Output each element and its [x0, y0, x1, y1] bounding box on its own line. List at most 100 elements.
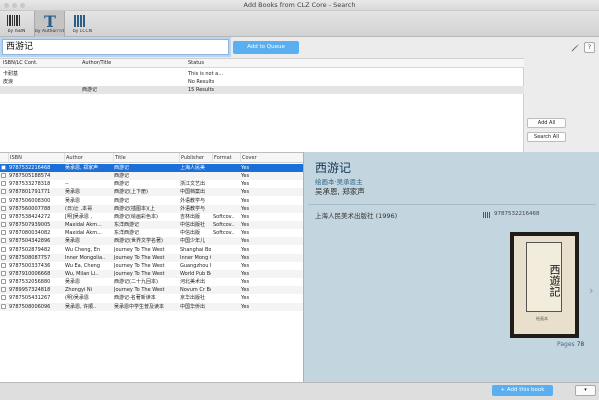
cell-cover: Yes — [241, 279, 250, 286]
row-checkbox[interactable] — [1, 279, 6, 285]
cell-title: 西游记 — [114, 173, 130, 180]
row-checkbox[interactable] — [1, 303, 6, 309]
table-row[interactable]: 9787538424272 [明]吴承恩 , 西游记(绘画彩色本) 吉林出版 Softc… — [0, 213, 303, 221]
row-checkbox[interactable] — [1, 295, 6, 301]
queue-status: No Results — [188, 79, 215, 85]
cell-cover: Yes — [241, 213, 250, 220]
cell-cover: Yes — [241, 287, 250, 294]
table-row[interactable]: 9787502879482 Wu Cheng, En Journey To The … — [0, 246, 303, 254]
cell-author: -- — [65, 181, 69, 188]
row-checkbox[interactable] — [1, 246, 6, 252]
table-row[interactable]: 9787560007788 (日)辻 ,本哥 西游记(插图本)(上 外语教学与 Yes — [0, 204, 303, 213]
queue-row[interactable]: 卡耐基 This is not a... — [0, 70, 524, 78]
row-checkbox[interactable] — [1, 173, 6, 179]
cell-cover: Yes — [241, 197, 250, 204]
window-controls[interactable] — [4, 3, 25, 8]
book-subtitle: 绘画本·吴承恩主 — [315, 178, 363, 186]
barcode-icon — [483, 212, 491, 218]
cell-cover: Yes — [241, 165, 250, 171]
wrench-icon[interactable] — [571, 43, 580, 52]
tab-label: by LCCN — [72, 29, 93, 34]
add-all-button[interactable]: Add All — [527, 118, 566, 128]
add-options-dropdown[interactable]: ▾ — [575, 385, 596, 396]
row-checkbox[interactable] — [1, 262, 6, 268]
column-header[interactable]: Author — [64, 153, 83, 163]
queue-row[interactable]: 皮浪 No Results — [0, 78, 524, 86]
row-checkbox[interactable] — [1, 287, 6, 293]
window-title-bar: Add Books from CLZ Core - Search — [0, 0, 599, 11]
table-row[interactable]: 9787801791771 吴承恩 西游记(上下册) 中国档案出 Yes — [0, 188, 303, 197]
row-checkbox[interactable] — [1, 230, 6, 236]
table-row[interactable]: 9787500337436 Wu Ea, Cheng Journey To The … — [0, 262, 303, 270]
table-row[interactable]: 9787532216468 吴承恩, 郑家声 西游记 上海人民美 Yes — [0, 164, 303, 172]
table-row[interactable]: 9787505431267 (明)吴承恩 西游记-名著新读本 京华出版社 Yes — [0, 294, 303, 302]
cell-author: 吴承恩 — [65, 189, 81, 196]
queue-row[interactable]: 西游记 15 Results — [0, 86, 524, 94]
cell-isbn: 9787910006668 — [9, 270, 51, 277]
table-row[interactable]: 9787506008300 吴承恩 西游记 外语教学与 Yes — [0, 197, 303, 205]
cell-publisher: Novum Cr Book .. — [180, 287, 211, 294]
add-to-queue-button[interactable]: Add to Queue — [233, 41, 299, 54]
cell-cover: Yes — [241, 270, 250, 277]
column-header[interactable]: Format — [212, 153, 232, 163]
tab-by-isbn[interactable]: by ISBN — [1, 11, 32, 37]
cell-isbn: 9787533278318 — [9, 181, 51, 188]
cell-cover: Yes — [241, 295, 250, 302]
book-isbn: 9787532216468 — [494, 211, 540, 217]
cell-cover: Yes — [241, 230, 250, 237]
column-header[interactable]: Title — [113, 153, 126, 163]
close-dot[interactable] — [4, 3, 9, 8]
table-row[interactable]: 9787508006096 吴承恩, 许顺.. 吴承恩中学生普及读本 中国华侨出 Yes — [0, 302, 303, 311]
minimize-dot[interactable] — [12, 3, 17, 8]
table-row[interactable]: 9787504342896 吴承恩 西游记(世界文学名著) 中国少年儿 Yes — [0, 237, 303, 246]
cell-cover: Yes — [241, 303, 250, 310]
row-checkbox[interactable] — [1, 213, 6, 219]
cover-title: 西遊記 — [526, 242, 562, 312]
column-header[interactable]: Status — [188, 59, 204, 68]
row-checkbox[interactable] — [1, 197, 6, 203]
cell-author: (日)辻 ,本哥 — [65, 205, 93, 212]
cell-author: [明]吴承恩 , — [65, 213, 93, 220]
table-row[interactable]: 9787910006668 Wu, Milan Li.. Journey To Th… — [0, 269, 303, 278]
cover-image: 西遊記 绘画本 — [514, 236, 575, 334]
row-checkbox[interactable] — [1, 270, 6, 276]
search-input[interactable]: 西游记 — [2, 39, 229, 55]
cell-title: 西游记(插图本)(上 — [114, 205, 155, 212]
column-header[interactable]: Cover — [240, 153, 257, 163]
row-checkbox[interactable] — [1, 181, 6, 187]
row-checkbox[interactable] — [1, 238, 6, 244]
help-button[interactable]: ? — [584, 42, 595, 53]
zoom-dot[interactable] — [20, 3, 25, 8]
row-checkbox[interactable] — [1, 165, 6, 170]
cell-title: Journey To The West — [114, 287, 165, 294]
table-row[interactable]: 9789957324818 Zhongyi Ni Journey To The We… — [0, 286, 303, 295]
table-row[interactable]: 9787508087757 Inner Mongolia.. Journey To … — [0, 253, 303, 262]
queue-status: This is not a... — [188, 71, 223, 77]
cell-publisher: 京华出版社 — [180, 295, 206, 302]
column-header[interactable]: Author/Title — [82, 59, 111, 68]
column-header[interactable]: ISBN/LC Cont. — [3, 59, 38, 68]
cell-author: Wu Cheng, En — [65, 246, 101, 253]
tab-by-lccn[interactable]: by LCCN — [67, 11, 98, 37]
chevron-right-icon[interactable]: › — [589, 284, 593, 297]
column-header[interactable]: Publisher — [179, 153, 204, 163]
table-row[interactable]: 9787080034082 Maxidal Akm... 东洋西游记 中信出版 Soft… — [0, 229, 303, 237]
window-title: Add Books from CLZ Core - Search — [243, 1, 356, 9]
cell-isbn: 9789957324818 — [9, 287, 51, 294]
add-this-book-button[interactable]: + Add this book — [492, 385, 553, 396]
search-all-button[interactable]: Search All — [527, 132, 566, 142]
tab-by-author-title[interactable]: T by Author/Title — [34, 11, 65, 37]
table-row[interactable]: 9787507939005 Maxidal Akm... 东洋西游记 中信出版社 Sof… — [0, 221, 303, 230]
column-header[interactable]: ISBN — [8, 153, 22, 163]
cell-author: 吴承恩, 郑家声 — [65, 165, 99, 171]
cell-isbn: 9787532056880 — [9, 279, 51, 286]
row-checkbox[interactable] — [1, 205, 6, 211]
row-checkbox[interactable] — [1, 222, 6, 228]
table-row[interactable]: 9787533278318 -- 西游记 浙江文艺出 Yes — [0, 180, 303, 188]
row-checkbox[interactable] — [1, 189, 6, 195]
cell-title: 吴承恩中学生普及读本 — [114, 303, 165, 310]
table-row[interactable]: 9787532056880 吴承恩 西游记(二十九回本) 河北美术出 Yes — [0, 278, 303, 286]
cell-title: Journey To The West — [114, 246, 165, 253]
table-row[interactable]: 9787505188574 西游记 Yes — [0, 172, 303, 181]
row-checkbox[interactable] — [1, 254, 6, 260]
